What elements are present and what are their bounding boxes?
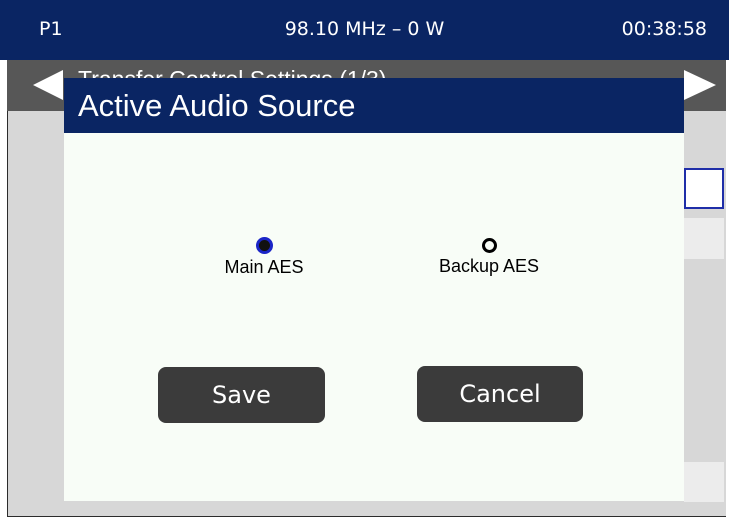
cancel-button[interactable]: Cancel [417,366,583,422]
dialog-title: Active Audio Source [78,88,356,123]
radio-option-backup-aes[interactable]: Backup AES [424,238,554,277]
clock: 00:38:58 [621,18,707,40]
background-input-field[interactable] [684,168,724,209]
dialog-titlebar: Active Audio Source [64,78,684,133]
radio-label-main-aes: Main AES [224,257,304,277]
background-input-field[interactable] [684,218,724,259]
frequency-power-readout: 98.10 MHz – 0 W [284,18,445,40]
radio-unselected-icon[interactable] [481,238,497,253]
radio-label-backup-aes: Backup AES [438,256,540,276]
radio-selected-icon[interactable] [255,237,273,254]
background-input-field[interactable] [684,462,724,502]
next-page-arrow-icon[interactable] [684,70,716,100]
audio-source-dialog: Active Audio Source Main AES Backup AES … [64,78,684,501]
radio-option-main-aes[interactable]: Main AES [209,237,319,278]
previous-page-arrow-icon[interactable] [33,70,63,100]
save-button[interactable]: Save [158,367,325,423]
status-bar: P1 98.10 MHz – 0 W 00:38:58 [0,0,729,60]
